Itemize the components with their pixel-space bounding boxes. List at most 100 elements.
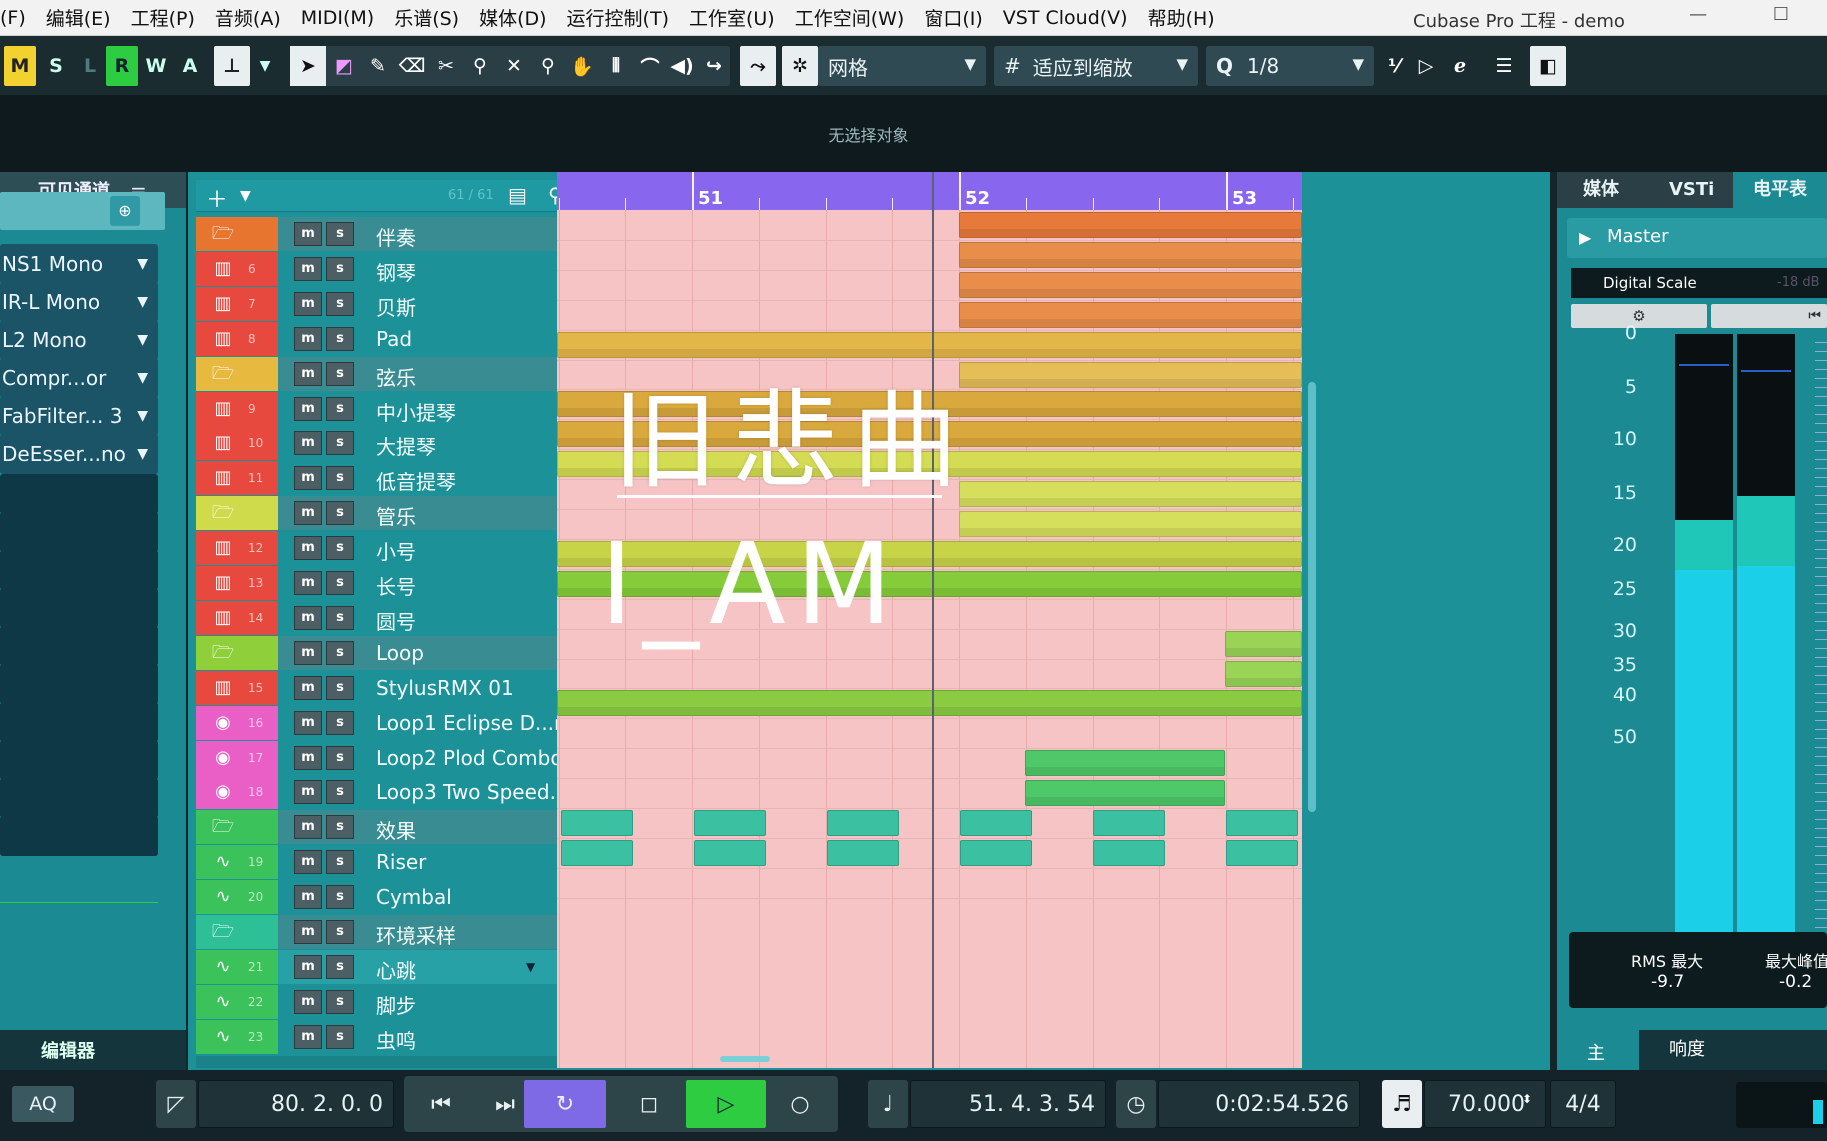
- event-part[interactable]: [959, 241, 1302, 268]
- empty-slot[interactable]: [0, 512, 158, 552]
- event-part[interactable]: [1093, 810, 1165, 836]
- track-name[interactable]: Riser: [376, 850, 426, 874]
- iterative-quantize-icon[interactable]: ⅟: [1378, 46, 1410, 86]
- track-name[interactable]: Loop: [376, 641, 424, 665]
- horizontal-scrollbar[interactable]: [560, 1052, 1300, 1066]
- track-name[interactable]: 圆号: [376, 606, 416, 635]
- solo-mode-button[interactable]: S: [40, 46, 72, 86]
- meter-reset-button[interactable]: ⏮: [1711, 304, 1827, 328]
- mute-button[interactable]: m: [294, 396, 322, 421]
- event-part[interactable]: [1226, 810, 1298, 836]
- scrollbar-thumb[interactable]: [720, 1056, 770, 1062]
- zoom-icon[interactable]: ⚲: [532, 46, 564, 86]
- clock-icon[interactable]: ◷: [1116, 1080, 1156, 1128]
- track-color-strip[interactable]: [196, 391, 278, 426]
- empty-slot[interactable]: [0, 664, 158, 704]
- mute-button[interactable]: m: [294, 466, 322, 491]
- track-color-strip[interactable]: [196, 984, 278, 1019]
- track-name[interactable]: 虫鸣: [376, 1025, 416, 1054]
- mute-button[interactable]: m: [294, 640, 322, 665]
- insert-slot-1[interactable]: NS1 Mono ▼: [0, 244, 158, 284]
- solo-button[interactable]: s: [326, 954, 354, 979]
- solo-button[interactable]: s: [326, 466, 354, 491]
- track-name[interactable]: 心跳: [376, 954, 416, 984]
- track-color-strip[interactable]: [196, 915, 278, 949]
- empty-slot[interactable]: [0, 474, 158, 514]
- track-name[interactable]: 贝斯: [376, 292, 416, 321]
- event-part[interactable]: [561, 810, 633, 836]
- track-name[interactable]: 伴奏: [376, 222, 416, 251]
- menu-score[interactable]: 乐谱(S): [394, 4, 459, 31]
- chevron-down-icon[interactable]: ▼: [240, 188, 251, 204]
- track-name[interactable]: 管乐: [376, 501, 416, 530]
- track-color-strip[interactable]: [196, 810, 278, 845]
- automation-mode-button[interactable]: A: [174, 46, 206, 86]
- menu-media[interactable]: 媒体(D): [479, 4, 546, 31]
- zoom-mode-select[interactable]: # 适应到缩放 ▼: [994, 46, 1198, 86]
- track-color-strip[interactable]: [196, 949, 278, 984]
- listen-mode-button[interactable]: L: [74, 46, 106, 86]
- window-controls[interactable]: — ☐: [1689, 4, 1819, 25]
- signature-display[interactable]: 4/4: [1550, 1080, 1616, 1128]
- master-header[interactable]: ▶ Master: [1567, 218, 1827, 258]
- menu-midi[interactable]: MIDI(M): [301, 7, 374, 29]
- empty-slot[interactable]: [0, 588, 158, 628]
- menu-vst-cloud[interactable]: VST Cloud(V): [1003, 7, 1128, 29]
- menu-project[interactable]: 工程(P): [131, 4, 195, 31]
- mute-button[interactable]: m: [294, 256, 322, 281]
- solo-button[interactable]: s: [326, 675, 354, 700]
- read-automation-button[interactable]: R: [106, 46, 138, 86]
- mute-button[interactable]: m: [294, 501, 322, 526]
- transport-tool-icon[interactable]: ⊥: [214, 46, 250, 86]
- hand-icon[interactable]: ✋: [566, 46, 598, 86]
- filter-icon[interactable]: ⊕: [110, 196, 140, 226]
- event-part[interactable]: [959, 271, 1302, 298]
- menu-workspaces[interactable]: 工作空间(W): [795, 4, 905, 31]
- menu-window[interactable]: 窗口(I): [924, 4, 982, 31]
- insert-slot-4[interactable]: Compr...or ▼: [0, 358, 158, 398]
- solo-button[interactable]: s: [326, 361, 354, 386]
- scrollbar-thumb[interactable]: [1308, 382, 1316, 812]
- solo-button[interactable]: s: [326, 396, 354, 421]
- event-part[interactable]: [1025, 780, 1225, 807]
- event-part[interactable]: [959, 481, 1302, 508]
- track-name[interactable]: Pad: [376, 327, 412, 351]
- track-name[interactable]: 钢琴: [376, 257, 416, 286]
- solo-button[interactable]: s: [326, 780, 354, 805]
- event-part[interactable]: [960, 839, 1032, 866]
- insert-slot-2[interactable]: IR-L Mono ▼: [0, 282, 158, 322]
- eraser-icon[interactable]: ⌫: [396, 46, 428, 86]
- event-part[interactable]: [1225, 630, 1302, 657]
- solo-button[interactable]: s: [326, 571, 354, 595]
- pointer-icon[interactable]: ➤: [290, 46, 326, 86]
- event-part[interactable]: [557, 331, 1302, 358]
- solo-button[interactable]: s: [326, 431, 354, 456]
- empty-slot[interactable]: [0, 550, 158, 590]
- mute-button[interactable]: m: [294, 885, 322, 910]
- editor-tab[interactable]: 编辑器: [0, 1030, 186, 1070]
- mute-button[interactable]: m: [294, 850, 322, 875]
- tempo-stepper-icon[interactable]: ⬍: [1522, 1092, 1532, 1106]
- track-name[interactable]: 脚步: [376, 990, 416, 1019]
- solo-button[interactable]: s: [326, 501, 354, 526]
- track-color-strip[interactable]: [196, 251, 278, 286]
- track-color-strip[interactable]: [196, 1019, 278, 1054]
- mute-button[interactable]: m: [294, 1024, 322, 1049]
- track-name[interactable]: Loop2 Plod Combo: [376, 746, 563, 770]
- mute-button[interactable]: m: [294, 989, 322, 1014]
- event-part[interactable]: [959, 361, 1302, 388]
- insert-slot-3[interactable]: L2 Mono ▼: [0, 320, 158, 360]
- tab-meter[interactable]: 电平表: [1733, 172, 1827, 208]
- mute-button[interactable]: m: [294, 780, 322, 805]
- solo-button[interactable]: s: [326, 745, 354, 770]
- scale-display[interactable]: Digital Scale -18 dB: [1571, 268, 1827, 298]
- mute-button[interactable]: m: [294, 920, 322, 944]
- layout-icon[interactable]: ◧: [1530, 46, 1566, 86]
- empty-slot[interactable]: [0, 626, 158, 666]
- mute-button[interactable]: m: [294, 605, 322, 630]
- track-name[interactable]: StylusRMX 01: [376, 676, 514, 700]
- track-color-strip[interactable]: [196, 426, 278, 461]
- empty-slot[interactable]: [0, 740, 158, 780]
- tab-main[interactable]: 主: [1587, 1039, 1605, 1065]
- event-part[interactable]: [694, 839, 766, 866]
